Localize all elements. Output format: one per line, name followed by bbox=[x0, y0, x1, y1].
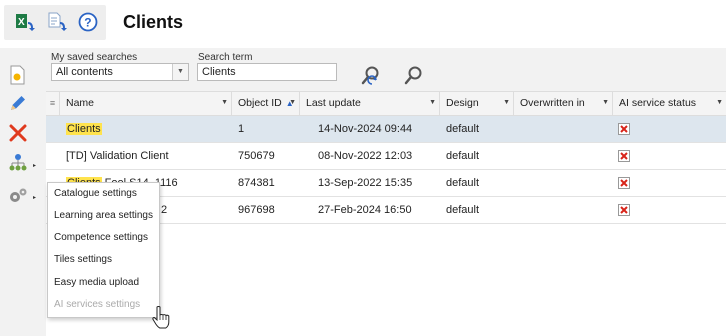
column-filter-icon[interactable]: ▼ bbox=[221, 92, 228, 114]
advanced-search-icon[interactable] bbox=[360, 64, 382, 86]
svg-text:?: ? bbox=[84, 16, 91, 30]
column-header-ai-service-status[interactable]: AI service status ▼ bbox=[613, 92, 726, 116]
menu-item-ai-services-settings: AI services settings bbox=[54, 299, 141, 310]
hierarchy-caret-icon[interactable]: ▸ bbox=[33, 162, 36, 169]
saved-searches-select[interactable]: All contents ▼ bbox=[51, 63, 189, 81]
settings-gears-icon[interactable] bbox=[7, 185, 29, 207]
table-row[interactable]: [TD] Validation Client 750679 08-Nov-202… bbox=[46, 143, 726, 170]
excel-export-icon[interactable]: X bbox=[14, 11, 36, 33]
search-panel: My saved searches All contents ▼ Search … bbox=[46, 48, 726, 91]
grid-header: ≡ Name ▼ Object ID ▲ ▼ Last update ▼ Desi… bbox=[46, 91, 726, 116]
new-document-icon[interactable] bbox=[7, 64, 29, 86]
row-last-update: 13-Sep-2022 15:35 bbox=[318, 177, 413, 189]
hierarchy-icon[interactable] bbox=[7, 152, 29, 174]
settings-caret-icon[interactable]: ▸ bbox=[33, 194, 36, 201]
table-row[interactable]: Clients 1 14-Nov-2024 09:44 default bbox=[46, 116, 726, 143]
saved-searches-label: My saved searches bbox=[51, 52, 138, 63]
ai-status-error-icon bbox=[618, 123, 630, 135]
chevron-down-icon[interactable]: ▼ bbox=[172, 64, 188, 80]
menu-item-competence-settings[interactable]: Competence settings bbox=[48, 227, 159, 249]
hand-cursor-icon bbox=[152, 306, 170, 330]
settings-context-menu: Catalogue settings Learning area setting… bbox=[47, 182, 160, 318]
menu-item-learning-area-settings[interactable]: Learning area settings bbox=[48, 205, 159, 227]
row-last-update: 27-Feb-2024 16:50 bbox=[318, 204, 412, 216]
row-design: default bbox=[446, 150, 480, 162]
help-icon[interactable]: ? bbox=[77, 11, 99, 33]
edit-pencil-icon[interactable] bbox=[7, 92, 29, 114]
row-object-id: 874381 bbox=[238, 177, 275, 189]
row-design: default bbox=[446, 177, 480, 189]
column-filter-icon[interactable]: ▼ bbox=[289, 92, 296, 114]
column-filter-icon[interactable]: ▼ bbox=[716, 92, 723, 114]
search-term-label: Search term bbox=[198, 52, 253, 63]
delete-x-icon[interactable] bbox=[7, 122, 29, 144]
row-last-update: 14-Nov-2024 09:44 bbox=[318, 123, 413, 135]
toolbar-group: X ? bbox=[4, 5, 106, 40]
column-menu-icon[interactable]: ≡ bbox=[46, 92, 60, 116]
column-filter-icon[interactable]: ▼ bbox=[503, 92, 510, 114]
menu-item-easy-media-upload[interactable]: Easy media upload bbox=[48, 272, 159, 294]
row-name: Clients bbox=[66, 123, 102, 135]
document-export-icon[interactable] bbox=[46, 11, 68, 33]
column-header-object-id[interactable]: Object ID ▲ ▼ bbox=[232, 92, 300, 116]
column-header-name[interactable]: Name ▼ bbox=[60, 92, 232, 116]
column-header-design[interactable]: Design ▼ bbox=[440, 92, 514, 116]
menu-item-catalogue-settings[interactable]: Catalogue settings bbox=[48, 183, 159, 205]
page-title: Clients bbox=[123, 12, 184, 32]
row-last-update: 08-Nov-2022 12:03 bbox=[318, 150, 413, 162]
column-filter-icon[interactable]: ▼ bbox=[429, 92, 436, 114]
row-object-id: 1 bbox=[238, 123, 245, 135]
row-object-id: 967698 bbox=[238, 204, 275, 216]
row-design: default bbox=[446, 123, 480, 135]
column-filter-icon[interactable]: ▼ bbox=[602, 92, 609, 114]
ai-status-error-icon bbox=[618, 150, 630, 162]
column-header-overwritten-in[interactable]: Overwritten in ▼ bbox=[514, 92, 613, 116]
row-design: default bbox=[446, 204, 480, 216]
row-object-id: 750679 bbox=[238, 150, 275, 162]
menu-item-tiles-settings[interactable]: Tiles settings bbox=[48, 249, 159, 271]
ai-status-error-icon bbox=[618, 204, 630, 216]
search-term-input[interactable] bbox=[197, 63, 337, 81]
top-bar: X ? Clients bbox=[0, 0, 726, 48]
row-name: [TD] Validation Client bbox=[66, 150, 169, 162]
svg-text:X: X bbox=[18, 17, 25, 28]
saved-searches-value: All contents bbox=[56, 66, 113, 78]
left-sidebar: ▸ ▸ bbox=[0, 48, 46, 336]
column-header-last-update[interactable]: Last update ▼ bbox=[300, 92, 440, 116]
search-icon[interactable] bbox=[403, 64, 425, 86]
ai-status-error-icon bbox=[618, 177, 630, 189]
